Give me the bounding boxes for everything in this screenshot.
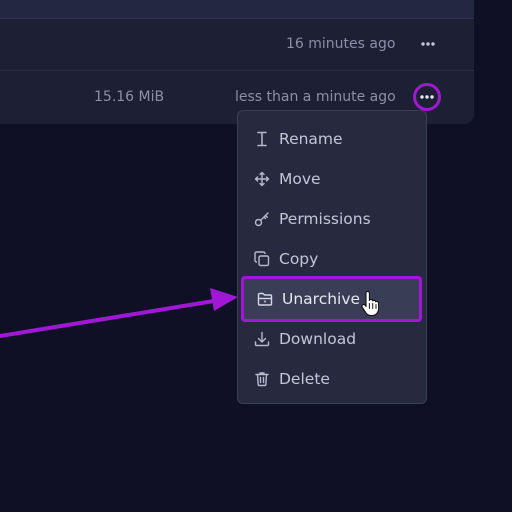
folder-open-icon bbox=[257, 291, 273, 307]
file-row[interactable]: 16 minutes ago bbox=[0, 18, 474, 71]
hand-pointer-icon bbox=[361, 291, 379, 317]
menu-item-label: Rename bbox=[279, 130, 343, 148]
row-more-button[interactable] bbox=[416, 32, 440, 56]
menu-item-label: Permissions bbox=[279, 210, 371, 228]
menu-item-label: Move bbox=[279, 170, 321, 188]
file-list-panel: 16 minutes ago 15.16 MiB less than a min… bbox=[0, 0, 474, 124]
menu-item-rename[interactable]: Rename bbox=[238, 119, 426, 159]
menu-item-unarchive[interactable]: Unarchive bbox=[241, 276, 422, 322]
key-icon bbox=[254, 211, 270, 227]
file-modified-time: less than a minute ago bbox=[235, 89, 396, 105]
more-dots-icon bbox=[420, 95, 434, 99]
file-modified-time: 16 minutes ago bbox=[286, 36, 396, 52]
menu-item-label: Delete bbox=[279, 370, 330, 388]
text-cursor-icon bbox=[254, 131, 270, 147]
trash-icon bbox=[254, 371, 270, 387]
menu-item-delete[interactable]: Delete bbox=[238, 359, 426, 399]
file-size: 15.16 MiB bbox=[94, 89, 165, 105]
download-icon bbox=[254, 331, 270, 347]
more-dots-icon bbox=[421, 42, 435, 46]
menu-item-copy[interactable]: Copy bbox=[238, 239, 426, 279]
row-more-button-active[interactable] bbox=[413, 83, 441, 111]
menu-item-label: Unarchive bbox=[282, 290, 361, 308]
menu-item-move[interactable]: Move bbox=[238, 159, 426, 199]
copy-icon bbox=[254, 251, 270, 267]
menu-item-label: Download bbox=[279, 330, 357, 348]
menu-item-permissions[interactable]: Permissions bbox=[238, 199, 426, 239]
move-arrows-icon bbox=[254, 171, 270, 187]
menu-item-label: Copy bbox=[279, 250, 319, 268]
file-manager-screen: 16 minutes ago 15.16 MiB less than a min… bbox=[0, 0, 512, 512]
menu-item-download[interactable]: Download bbox=[238, 319, 426, 359]
context-menu: Rename Move Permissions Copy Unarchive D… bbox=[237, 110, 427, 404]
file-row-partial[interactable] bbox=[0, 0, 474, 19]
